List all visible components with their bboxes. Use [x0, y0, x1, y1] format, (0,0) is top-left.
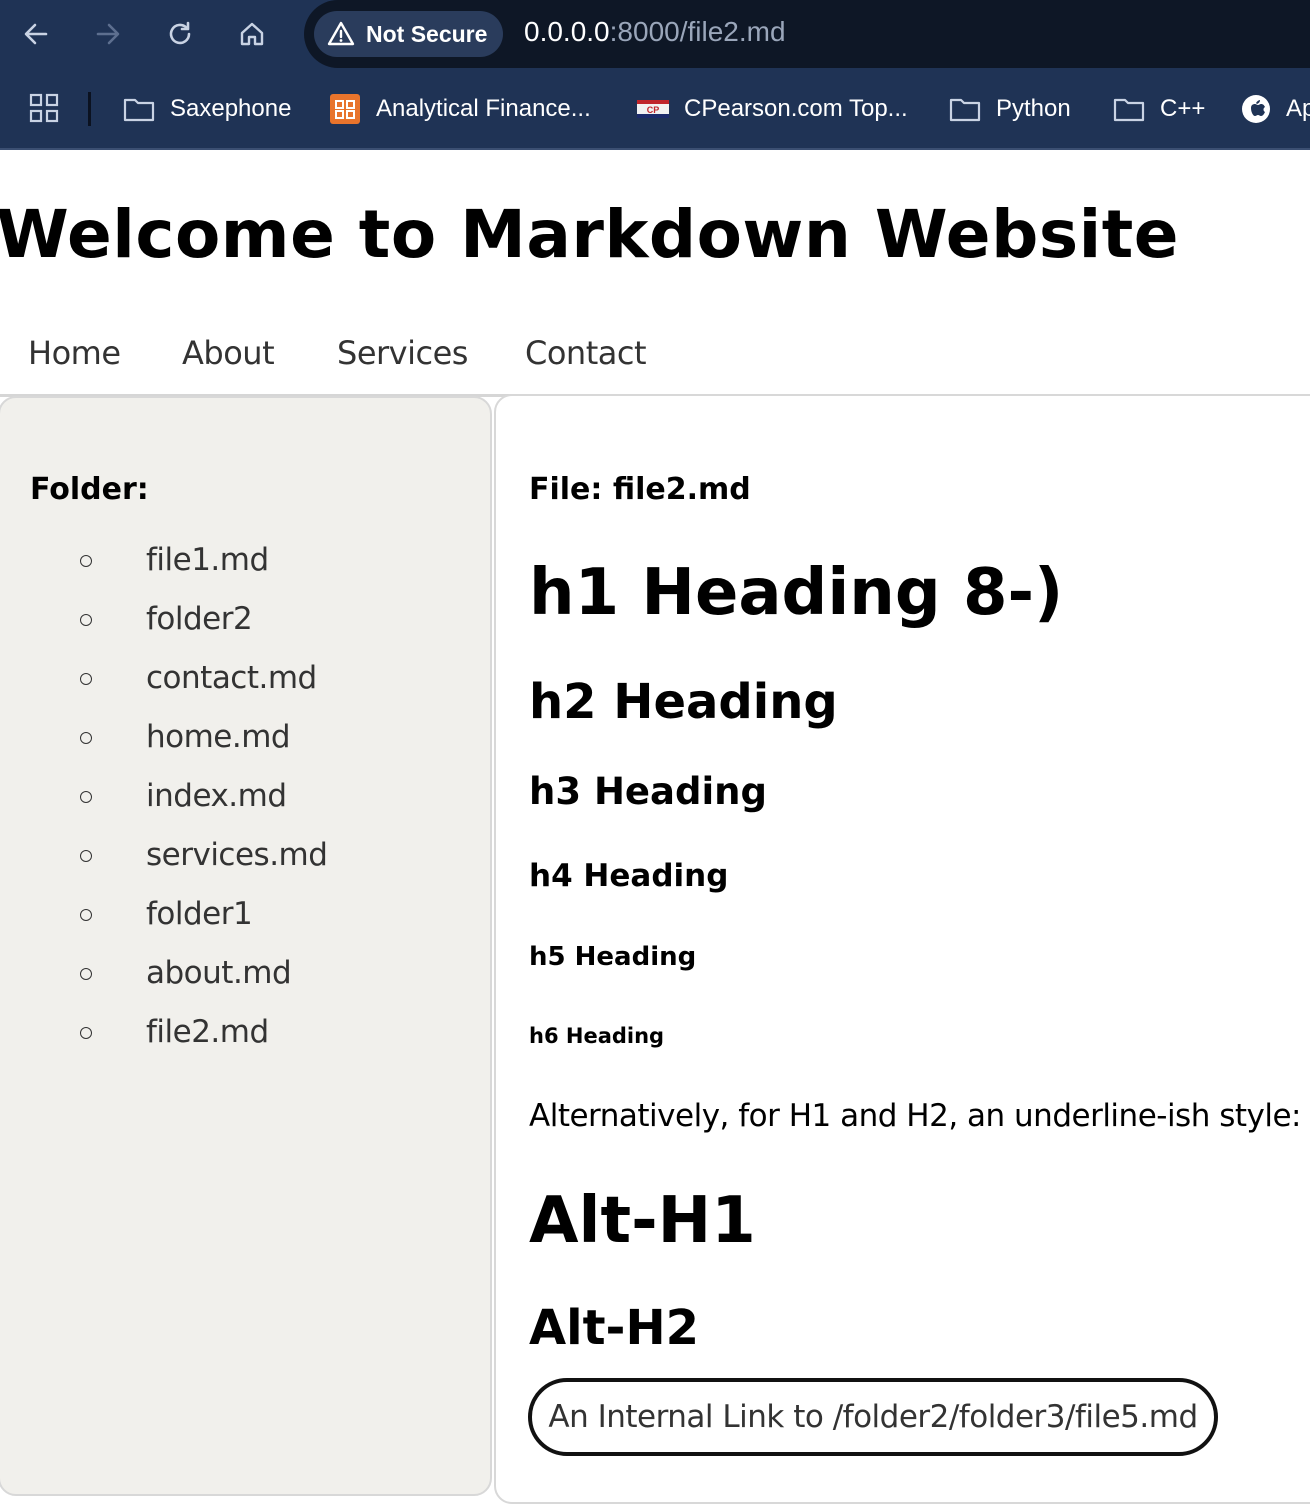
- bookmark-saxephone[interactable]: Saxephone: [122, 90, 291, 128]
- heading-h3: h3 Heading: [529, 770, 767, 813]
- bullet-circle-icon: [80, 850, 92, 862]
- browser-chrome: Not Secure 0.0.0.0:8000/file2.md Saxepho…: [0, 0, 1310, 150]
- nav-services[interactable]: Services: [337, 334, 468, 372]
- url-host: 0.0.0.0: [524, 16, 610, 47]
- file-label: File: file2.md: [529, 472, 751, 507]
- heading-alt-h2: Alt-H2: [529, 1300, 700, 1356]
- bullet-circle-icon: [80, 555, 92, 567]
- bookmark-cpp[interactable]: C++: [1112, 90, 1205, 128]
- heading-h5: h5 Heading: [529, 942, 697, 972]
- url-path: :8000/file2.md: [609, 16, 786, 47]
- folder-link[interactable]: contact.md: [146, 660, 317, 696]
- folder-link[interactable]: folder1: [146, 896, 253, 932]
- heading-alt-h1: Alt-H1: [529, 1184, 756, 1258]
- security-label: Not Secure: [366, 20, 488, 47]
- home-icon: [240, 22, 264, 46]
- address-bar[interactable]: Not Secure 0.0.0.0:8000/file2.md: [304, 0, 1310, 68]
- heading-h6: h6 Heading: [529, 1024, 665, 1048]
- home-button[interactable]: [232, 14, 272, 54]
- reload-button[interactable]: [160, 14, 200, 54]
- url-text[interactable]: 0.0.0.0:8000/file2.md: [524, 16, 786, 48]
- folder-link[interactable]: home.md: [146, 719, 291, 755]
- chrome-divider: [0, 148, 1310, 150]
- forward-button[interactable]: [88, 14, 128, 54]
- security-indicator[interactable]: Not Secure: [314, 11, 504, 57]
- folder-link[interactable]: index.md: [146, 778, 287, 814]
- heading-h4: h4 Heading: [529, 858, 729, 894]
- apps-grid-icon[interactable]: [28, 92, 60, 124]
- paragraph-text: Alternatively, for H1 and H2, an underli…: [529, 1098, 1302, 1134]
- reload-icon: [169, 21, 191, 45]
- back-button[interactable]: [16, 14, 56, 54]
- bullet-circle-icon: [80, 968, 92, 980]
- bookmark-label: C++: [1160, 95, 1206, 122]
- site-favicon-icon: CP: [637, 100, 669, 118]
- bookmarks-separator: [88, 92, 91, 126]
- bookmark-apple[interactable]: Ap: [1240, 90, 1310, 128]
- folder-link[interactable]: file2.md: [146, 1014, 269, 1050]
- back-arrow-icon: [24, 23, 48, 45]
- folder-link[interactable]: folder2: [146, 601, 253, 637]
- heading-h2: h2 Heading: [529, 674, 838, 730]
- bullet-circle-icon: [80, 614, 92, 626]
- bullet-circle-icon: [80, 791, 92, 803]
- bullet-circle-icon: [80, 1027, 92, 1039]
- file-content-panel: File: file2.md h1 Heading 8-) h2 Heading…: [494, 394, 1310, 1504]
- folder-sidebar: Folder: file1.md folder2 contact.md home…: [0, 396, 492, 1496]
- nav-contact[interactable]: Contact: [525, 334, 647, 372]
- bookmark-analytical-finance[interactable]: Analytical Finance...: [328, 90, 591, 128]
- top-navigation: Home About Services Contact: [0, 330, 1310, 397]
- folder-icon: [949, 98, 981, 122]
- bookmark-python[interactable]: Python: [948, 90, 1071, 128]
- bookmark-label: Python: [996, 95, 1071, 122]
- bookmark-label: Saxephone: [170, 95, 292, 122]
- page-title: Welcome to Markdown Website: [0, 196, 1180, 273]
- bookmark-cpearson[interactable]: CP CPearson.com Top...: [636, 90, 908, 128]
- nav-about[interactable]: About: [182, 334, 275, 372]
- folder-icon: [123, 98, 155, 122]
- site-favicon-icon: [330, 94, 360, 124]
- bullet-circle-icon: [80, 732, 92, 744]
- svg-text:CP: CP: [647, 105, 660, 115]
- sidebar-heading: Folder:: [30, 472, 149, 507]
- bookmark-label: Ap: [1286, 95, 1310, 122]
- warning-icon: [327, 21, 355, 46]
- bullet-circle-icon: [80, 673, 92, 685]
- bookmarks-bar: Saxephone Analytical Finance... CP CPear…: [0, 72, 1310, 146]
- browser-toolbar: Not Secure 0.0.0.0:8000/file2.md: [0, 0, 1310, 68]
- folder-icon: [1113, 98, 1145, 122]
- folder-link[interactable]: file1.md: [146, 542, 269, 578]
- nav-home[interactable]: Home: [28, 334, 121, 372]
- bookmark-label: Analytical Finance...: [376, 95, 591, 122]
- heading-h1: h1 Heading 8-): [529, 556, 1064, 630]
- folder-link[interactable]: services.md: [146, 837, 328, 873]
- forward-arrow-icon: [96, 23, 120, 45]
- apple-icon: [1242, 95, 1270, 123]
- bookmark-label: CPearson.com Top...: [684, 95, 908, 122]
- internal-link-button[interactable]: An Internal Link to /folder2/folder3/fil…: [528, 1378, 1218, 1456]
- folder-link[interactable]: about.md: [146, 955, 292, 991]
- bullet-circle-icon: [80, 909, 92, 921]
